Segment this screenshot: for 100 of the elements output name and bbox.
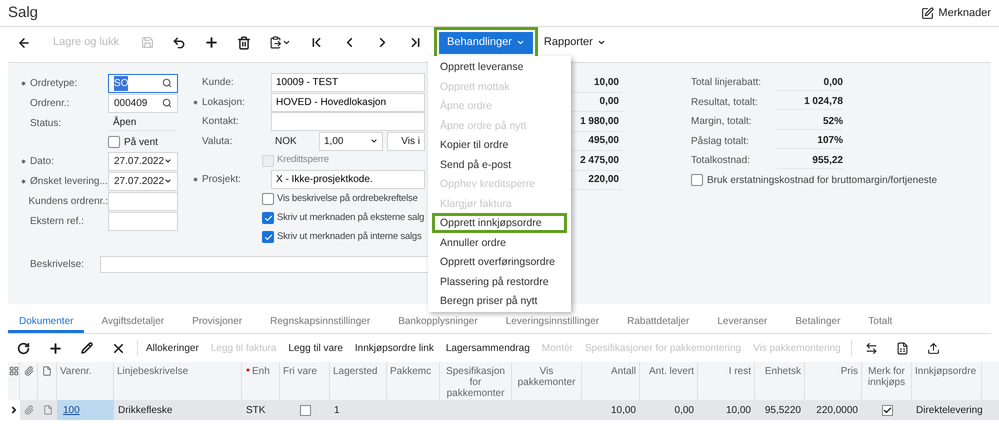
menu-item[interactable]: Opprett leveranse [428, 57, 571, 76]
tab[interactable]: Rabattdetaljer [616, 313, 700, 333]
tab[interactable]: Provisjoner [181, 313, 254, 333]
input-field[interactable]: X - Ikke-prosjektkode. [271, 170, 425, 190]
field-label: Ordrenr.: [30, 96, 70, 110]
notes-button[interactable]: Merknader [921, 4, 991, 22]
date-field[interactable]: 27.07.2022 [108, 172, 178, 190]
tab[interactable]: Betalinger [784, 313, 852, 333]
tab[interactable]: Totalt [857, 313, 904, 333]
search-icon [162, 78, 172, 88]
tab[interactable]: Regnskapsinnstillinger [259, 313, 382, 333]
field-value: 10009 - TEST [276, 76, 338, 90]
column-header[interactable]: Enhetsk [764, 366, 801, 377]
summary-value: 1 980,00 [580, 114, 619, 129]
input-field[interactable] [108, 212, 178, 230]
column-header[interactable]: Varenr. [60, 366, 92, 377]
column-header[interactable]: Merk for innkjøps [865, 366, 908, 388]
field-value: HOVED - Hovedlokasjon [276, 96, 386, 110]
menu-item[interactable]: Send på e-post [428, 154, 571, 174]
checkbox[interactable] [262, 212, 274, 224]
grid-toolbar-button[interactable]: Lagersammendrag [440, 336, 536, 360]
tab[interactable]: Leveranser [706, 313, 778, 333]
column-chooser-icon[interactable] [8, 366, 18, 376]
summary-value: 220,00 [588, 173, 619, 188]
view-button[interactable]: Vis i [387, 132, 425, 151]
caret-icon [370, 137, 378, 146]
menu-item[interactable]: Plassering på restordre [428, 272, 571, 291]
caret-icon [596, 38, 606, 47]
tab[interactable]: Leveringsinnstillinger [494, 313, 610, 333]
caret-icon [164, 157, 172, 165]
tab[interactable]: Avgiftsdetaljer [90, 313, 176, 333]
field-label: Dato: [30, 154, 54, 168]
checkbox-label: Bruk erstatningskostnad for bruttomargin/fortjeneste [707, 174, 938, 188]
back-icon [17, 36, 31, 50]
total-value: 955,22 [776, 152, 843, 169]
field-value: X - Ikke-prosjektkode. [276, 173, 373, 188]
rate-dropdown[interactable]: 1,00 [319, 132, 383, 151]
menu-item[interactable]: Beregn priser på nytt [428, 291, 571, 310]
plus-icon [204, 35, 220, 50]
column-header[interactable]: Ant. levert [648, 366, 694, 377]
selected-cell[interactable]: 100 [57, 400, 114, 420]
summary-value: 495,00 [588, 134, 619, 148]
checkbox[interactable] [882, 404, 892, 416]
tab[interactable]: Bankopplysninger [387, 313, 489, 333]
table-cell-text: 1 [334, 404, 340, 418]
reports-dropdown-button[interactable]: Rapporter [538, 28, 612, 56]
column-header[interactable]: Pakkemc [390, 366, 432, 377]
menu-item[interactable]: Annuller ordre [428, 232, 571, 252]
input-field[interactable] [271, 112, 425, 132]
grid-toolbar-button[interactable]: Legg til vare [282, 336, 349, 360]
field-label: Beskrivelse: [30, 258, 85, 272]
menu-item[interactable]: Kopier til ordre [428, 135, 571, 154]
menu-item[interactable]: Opprett innkjøpsordre [432, 213, 567, 232]
column-header[interactable]: Spesifikasjon for pakkemonter [443, 366, 508, 399]
pencil-icon [81, 342, 93, 354]
menu-item[interactable]: Opprett overføringsordre [428, 252, 571, 272]
total-value: 0,00 [776, 74, 843, 91]
grid-toolbar-button[interactable]: Allokeringer [140, 336, 205, 360]
table-cell-text: STK [246, 404, 266, 418]
checkbox[interactable] [108, 136, 120, 148]
table-row[interactable]: 100 Drikkefleske STK 1 10,00 0,00 10,00 95,5220 220,0000 Direktelevering [8, 400, 999, 420]
caret-icon [282, 38, 292, 47]
column-header[interactable]: Linjebeskrivelse [117, 366, 188, 377]
date-field[interactable]: 27.07.2022 [108, 152, 178, 170]
column-header[interactable]: Innkjøpsordre [915, 366, 976, 377]
trash-icon [237, 36, 252, 50]
tab[interactable]: Dokumenter [8, 313, 84, 333]
checkbox-label: Skriv ut merknaden på interne salgs [277, 230, 422, 244]
input-field[interactable] [108, 192, 178, 210]
column-header[interactable]: Enh [252, 366, 270, 377]
field-value: 000409 [114, 96, 148, 110]
field-label: Ønsket levering... [30, 174, 108, 188]
total-label: Total linjerabatt: [691, 76, 762, 90]
attachment-icon [24, 366, 34, 376]
column-header[interactable]: Fri vare [283, 366, 317, 377]
checkbox[interactable] [691, 174, 703, 186]
field-value: 1,00 [324, 134, 344, 149]
column-header[interactable]: Pris [840, 366, 858, 377]
column-header[interactable]: I rest [728, 366, 751, 377]
column-header[interactable]: Vis pakkemonter [515, 366, 578, 388]
table-cell-text: 10,00 [726, 404, 751, 418]
save-icon [141, 36, 154, 49]
field-label: Kontakt: [202, 115, 239, 130]
note-edit-icon [921, 6, 934, 20]
field-label: Kundens ordrenr.: [28, 194, 108, 208]
table-cell-text: Drikkefleske [118, 404, 172, 418]
column-header[interactable]: Antall [610, 366, 636, 377]
item-link[interactable]: 100 [63, 402, 80, 418]
grid-toolbar-button[interactable]: Innkjøpsordre link [348, 336, 440, 360]
lookup-field[interactable]: 000409 [108, 94, 178, 112]
lookup-field[interactable]: SO [108, 74, 178, 92]
field-label: Ordretype: [30, 76, 78, 90]
checkbox[interactable] [262, 231, 274, 243]
input-field[interactable]: 10009 - TEST [271, 73, 425, 92]
checkbox[interactable] [300, 404, 310, 416]
checkbox[interactable] [262, 193, 274, 205]
input-field[interactable]: HOVED - Hovedlokasjon [271, 92, 425, 112]
status-value: Åpen [108, 115, 178, 131]
column-header[interactable]: Lagersted [333, 366, 378, 377]
actions-dropdown-button[interactable]: Behandlinger [439, 32, 533, 54]
